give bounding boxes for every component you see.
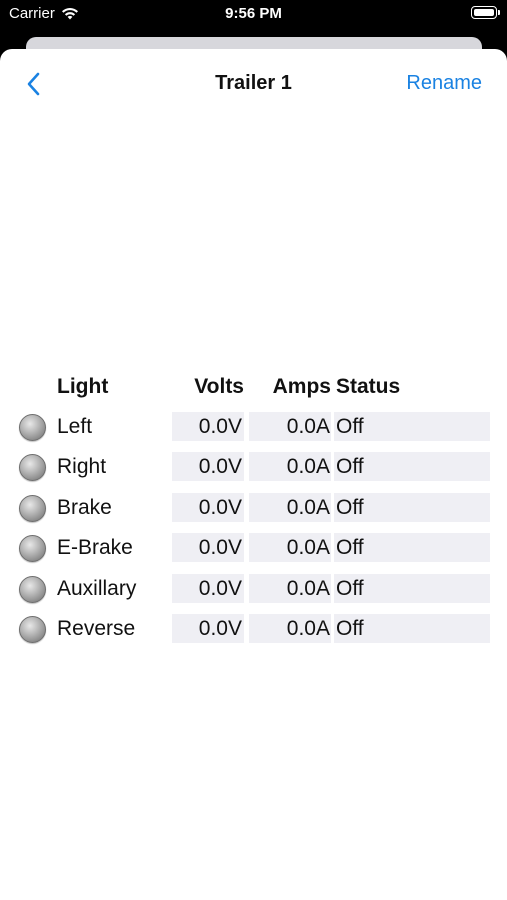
light-name: Auxillary — [57, 576, 137, 600]
amps-value: 0.0A — [249, 533, 331, 563]
status-value: Off — [334, 412, 490, 441]
battery-level — [473, 8, 494, 16]
indicator-light-icon — [19, 494, 46, 522]
battery-icon — [471, 6, 500, 19]
header-amps: Amps — [272, 375, 331, 398]
status-value: Off — [334, 613, 490, 643]
light-name: Right — [57, 455, 107, 479]
light-name: Brake — [57, 495, 112, 519]
volts-value: 0.0V — [172, 412, 244, 441]
light-name: Left — [57, 415, 93, 438]
table-row: Brake 0.0V 0.0A Off — [0, 492, 507, 523]
table-row: Left 0.0V 0.0A Off — [0, 412, 507, 442]
status-value: Off — [334, 533, 490, 563]
status-bar: Carrier 9:56 PM — [0, 0, 507, 30]
table-row: Right 0.0V 0.0A Off — [0, 452, 507, 482]
amps-value: 0.0A — [249, 492, 331, 522]
rename-button[interactable]: Rename — [406, 72, 482, 95]
amps-value: 0.0A — [249, 573, 331, 603]
amps-value: 0.0A — [249, 452, 331, 482]
navigation-bar: Trailer 1 Rename — [0, 49, 507, 119]
status-value: Off — [334, 492, 490, 522]
table-row: E-Brake 0.0V 0.0A Off — [0, 533, 507, 563]
table-header: Light Volts Amps Status — [0, 375, 507, 401]
status-value: Off — [334, 452, 490, 482]
lights-table: Left 0.0V 0.0A Off Right 0.0V 0.0A Off B… — [0, 412, 507, 654]
indicator-light-icon — [19, 454, 46, 482]
status-time: 9:56 PM — [225, 5, 282, 22]
header-status: Status — [336, 375, 401, 398]
indicator-light-icon — [19, 535, 46, 563]
light-name: E-Brake — [57, 536, 133, 560]
volts-value: 0.0V — [172, 573, 244, 603]
volts-value: 0.0V — [172, 613, 244, 643]
header-light: Light — [57, 375, 109, 398]
indicator-light-icon — [19, 615, 46, 643]
volts-value: 0.0V — [172, 452, 244, 482]
trailer-sheet: Trailer 1 Rename Light Volts Amps Status… — [0, 49, 507, 900]
amps-value: 0.0A — [249, 412, 331, 441]
table-row: Reverse 0.0V 0.0A Off — [0, 613, 507, 644]
volts-value: 0.0V — [172, 492, 244, 522]
volts-value: 0.0V — [172, 533, 244, 563]
indicator-light-icon — [19, 575, 46, 603]
status-value: Off — [334, 573, 490, 603]
amps-value: 0.0A — [249, 613, 331, 643]
light-name: Reverse — [57, 616, 136, 640]
indicator-light-icon — [19, 414, 46, 441]
table-row: Auxillary 0.0V 0.0A Off — [0, 573, 507, 604]
header-volts: Volts — [194, 375, 244, 398]
